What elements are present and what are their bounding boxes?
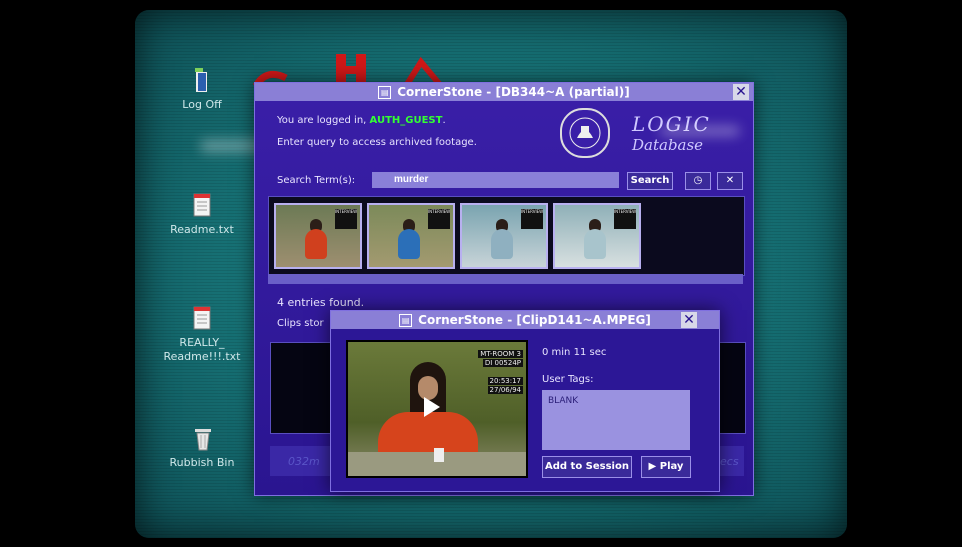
- play-icon: ▶: [648, 461, 657, 472]
- video-overlay-time: 20:53:17: [487, 377, 523, 385]
- logged-in-user: AUTH_GUEST: [369, 115, 443, 126]
- text-file-icon: [193, 193, 211, 217]
- desktop-icon-label: Log Off: [182, 98, 222, 111]
- result-thumbnail-3[interactable]: INTERVIEW: [460, 203, 548, 269]
- app-window-icon: ▤: [378, 85, 392, 99]
- door-icon: [193, 68, 211, 92]
- thumb-overlay-label: INTERVIEW: [521, 209, 543, 229]
- history-button[interactable]: ◷: [685, 172, 711, 190]
- session-panel-left: [270, 342, 332, 434]
- clip-window-close-button[interactable]: ✕: [681, 312, 697, 328]
- app-window-icon: ▤: [399, 313, 413, 327]
- video-overlay-code: DI 00524P: [482, 359, 523, 367]
- play-button-label: Play: [659, 461, 684, 472]
- cup: [434, 448, 444, 462]
- main-window-titlebar[interactable]: ▤ CornerStone - [DB344~A (partial)] ✕: [255, 83, 753, 101]
- suspect-figure: [491, 229, 513, 259]
- main-window-title: CornerStone - [DB344~A (partial)]: [397, 85, 630, 99]
- desktop-icon-rubbish-bin[interactable]: Rubbish Bin: [157, 426, 247, 470]
- suspect-figure: [305, 229, 327, 259]
- desktop-icon-label: REALLY_: [179, 336, 225, 349]
- play-button[interactable]: ▶ Play: [641, 456, 691, 478]
- login-status: You are logged in, AUTH_GUEST.: [277, 115, 446, 126]
- settings-button[interactable]: ✕: [717, 172, 743, 190]
- main-window-close-button[interactable]: ✕: [733, 84, 749, 100]
- video-overlay-room: MT-ROOM 3: [478, 350, 523, 358]
- police-seal-logo: [560, 108, 610, 158]
- clock-icon: ◷: [693, 175, 703, 186]
- search-button[interactable]: Search: [627, 172, 673, 190]
- thumb-overlay-label: INTERVIEW: [428, 209, 450, 229]
- logo-glare: [660, 126, 740, 136]
- thumb-overlay-label: INTERVIEW: [335, 209, 357, 229]
- logic-logo-subtitle: Database: [632, 136, 704, 154]
- trash-bin-icon: [193, 426, 211, 451]
- text-file-icon: [193, 306, 211, 330]
- result-thumbnail-1[interactable]: INTERVIEW: [274, 203, 362, 269]
- clip-window-title: CornerStone - [ClipD141~A.MPEG]: [418, 313, 651, 327]
- suspect-figure: [398, 229, 420, 259]
- video-overlay-date: 27/06/94: [487, 386, 523, 394]
- desktop-icon-label: Rubbish Bin: [169, 456, 235, 469]
- session-unit-partial: ecs: [720, 455, 739, 468]
- search-input[interactable]: [372, 172, 619, 188]
- results-scrollbar[interactable]: [268, 274, 743, 284]
- desktop-icon-label: Readme.txt: [170, 223, 234, 236]
- clip-window-titlebar[interactable]: ▤ CornerStone - [ClipD141~A.MPEG] ✕: [331, 311, 719, 329]
- desktop-icon-log-off[interactable]: Log Off: [157, 68, 247, 112]
- desktop-icon-label-line2: Readme!!!.txt: [163, 350, 241, 363]
- login-prefix: You are logged in,: [277, 115, 370, 126]
- user-tags-label: User Tags:: [542, 374, 594, 385]
- user-tags-field[interactable]: BLANK: [542, 390, 690, 450]
- play-overlay-icon[interactable]: [424, 397, 440, 417]
- desktop-icon-readme[interactable]: Readme.txt: [157, 193, 247, 237]
- result-thumbnail-4[interactable]: INTERVIEW: [553, 203, 641, 269]
- search-label: Search Term(s):: [277, 175, 356, 186]
- session-panel-right: [716, 342, 746, 434]
- tools-icon: ✕: [725, 175, 735, 186]
- entries-found-text: 4 entries found.: [277, 296, 365, 309]
- result-thumbnail-2[interactable]: INTERVIEW: [367, 203, 455, 269]
- thumb-overlay-label: INTERVIEW: [614, 209, 636, 229]
- session-time-partial: 032m: [288, 455, 320, 468]
- login-suffix: .: [442, 115, 446, 126]
- clip-duration: 0 min 11 sec: [542, 347, 607, 358]
- suspect-figure: [584, 229, 606, 259]
- desktop-icon-really-readme[interactable]: REALLY_ Readme!!!.txt: [157, 306, 247, 364]
- clips-stored-text: Clips stor: [277, 318, 324, 329]
- video-preview[interactable]: MT-ROOM 3 DI 00524P 20:53:17 27/06/94: [346, 340, 528, 478]
- add-to-session-button[interactable]: Add to Session: [542, 456, 632, 478]
- query-instruction: Enter query to access archived footage.: [277, 137, 477, 148]
- results-thumbnail-strip: INTERVIEW INTERVIEW INTERVIEW INTERVIEW: [268, 196, 745, 276]
